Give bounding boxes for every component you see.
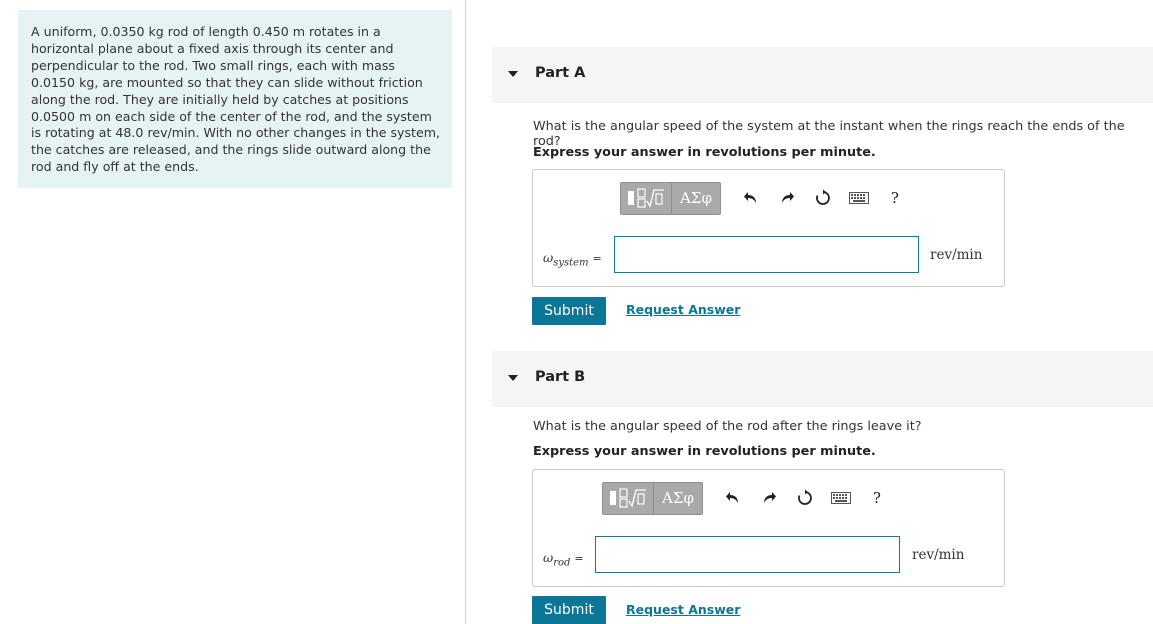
part-b-math-toolbar: ΑΣφ ?: [602, 481, 895, 515]
part-b-answer-input[interactable]: [595, 536, 900, 573]
part-a-unit: rev/min: [930, 247, 983, 263]
reset-icon[interactable]: [787, 482, 823, 515]
part-a-header[interactable]: Part A: [492, 47, 1153, 103]
equals-sign: =: [574, 552, 584, 565]
greek-symbols-button[interactable]: ΑΣφ: [654, 481, 703, 515]
part-a-answer-label: ωsystem =: [543, 250, 602, 269]
part-b-question: What is the angular speed of the rod aft…: [533, 419, 922, 434]
part-a-math-toolbar: ΑΣφ ?: [620, 181, 913, 215]
redo-icon[interactable]: [751, 482, 787, 515]
redo-icon[interactable]: [769, 182, 805, 215]
help-icon[interactable]: ?: [859, 482, 895, 515]
templates-icon: [610, 488, 646, 508]
templates-button[interactable]: [602, 481, 654, 515]
part-b-answer-label: ωrod =: [543, 550, 584, 569]
part-a-answer-input[interactable]: [614, 236, 919, 273]
templates-button[interactable]: [620, 181, 672, 215]
part-a-request-answer-link[interactable]: Request Answer: [626, 302, 740, 317]
undo-icon[interactable]: [715, 482, 751, 515]
part-a-answer-box: ΑΣφ ? ωsystem = rev/min: [532, 169, 1005, 287]
collapse-triangle-icon[interactable]: [508, 71, 518, 77]
part-b-request-answer-link[interactable]: Request Answer: [626, 602, 740, 617]
omega-symbol: ω: [543, 550, 554, 565]
part-b-instruction: Express your answer in revolutions per m…: [533, 444, 876, 459]
keyboard-icon[interactable]: [841, 182, 877, 215]
part-b-title: Part B: [535, 369, 586, 385]
part-a-title: Part A: [535, 65, 586, 81]
part-a-instruction: Express your answer in revolutions per m…: [533, 145, 876, 160]
part-b-answer-box: ΑΣφ ? ωrod = rev/min: [532, 469, 1005, 587]
problem-statement: A uniform, 0.0350 kg rod of length 0.450…: [18, 10, 452, 188]
problem-panel: A uniform, 0.0350 kg rod of length 0.450…: [0, 0, 466, 624]
templates-icon: [628, 188, 664, 208]
greek-symbols-button[interactable]: ΑΣφ: [672, 181, 721, 215]
part-b-submit-button[interactable]: Submit: [532, 596, 606, 624]
part-a-submit-button[interactable]: Submit: [532, 297, 606, 325]
omega-subscript: rod: [553, 557, 571, 569]
reset-icon[interactable]: [805, 182, 841, 215]
help-icon[interactable]: ?: [877, 182, 913, 215]
part-b-header[interactable]: Part B: [492, 351, 1153, 407]
equals-sign: =: [592, 252, 602, 265]
collapse-triangle-icon[interactable]: [508, 375, 518, 381]
undo-icon[interactable]: [733, 182, 769, 215]
part-b-unit: rev/min: [912, 547, 965, 563]
omega-symbol: ω: [543, 250, 554, 265]
omega-subscript: system: [553, 257, 589, 269]
problem-text: A uniform, 0.0350 kg rod of length 0.450…: [31, 24, 440, 175]
keyboard-icon[interactable]: [823, 482, 859, 515]
